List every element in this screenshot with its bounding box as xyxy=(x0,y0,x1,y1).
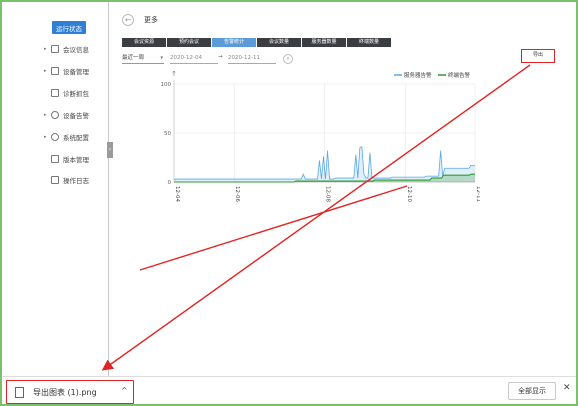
legend-label: 服务器告警 xyxy=(404,71,432,79)
capture-icon xyxy=(51,88,59,97)
back-arrow-icon: ← xyxy=(125,16,131,24)
sidebar-item-label: 设备管理 xyxy=(63,67,89,76)
version-icon xyxy=(51,154,59,163)
sidebar-item-packet-capture[interactable]: 诊断抓包 xyxy=(46,86,89,99)
sidebar-item-operation-log[interactable]: 操作日志 xyxy=(46,173,89,186)
export-button[interactable]: 导出 xyxy=(521,49,555,63)
download-item[interactable]: 导出图表 (1).png ^ xyxy=(6,380,134,404)
sidebar-item-label: 设备告警 xyxy=(63,111,89,120)
gear-icon xyxy=(51,132,59,141)
sidebar-item-meeting-info[interactable]: ▸ 会议信息 xyxy=(44,42,89,55)
y-tick-label: 0 xyxy=(168,180,172,186)
show-all-downloads-button[interactable]: 全部显示 xyxy=(508,382,556,400)
stats-tabs: 会议资源 预约会议 告警统计 会议数量 服务器数量 终端数量 xyxy=(122,38,391,47)
sidebar-item-label: 运行状态 xyxy=(56,24,82,33)
y-tick-label: 100 xyxy=(161,82,172,88)
sidebar-item-label: 系统配置 xyxy=(63,133,89,142)
download-file-name: 导出图表 (1).png xyxy=(33,388,97,397)
sidebar-item-version-management[interactable]: 版本管理 xyxy=(46,152,89,165)
alert-icon xyxy=(51,110,59,119)
sidebar-collapse-handle[interactable]: ‹ xyxy=(107,142,113,158)
legend-label: 终端告警 xyxy=(448,71,471,79)
x-tick-label: 12-06 xyxy=(234,186,240,202)
device-icon xyxy=(51,66,59,75)
expand-caret-icon: ▸ xyxy=(44,133,47,140)
sidebar-item-label: 会议信息 xyxy=(63,45,89,54)
sidebar-item-system-config[interactable]: ▸ 系统配置 xyxy=(44,130,89,143)
download-options-caret-icon[interactable]: ^ xyxy=(121,386,128,395)
start-date-input[interactable]: 2020-12-04 xyxy=(170,54,218,64)
tab-meeting-resources[interactable]: 会议资源 xyxy=(122,38,166,47)
image-file-icon xyxy=(15,387,24,398)
expand-caret-icon: ▸ xyxy=(44,67,47,74)
sidebar-item-label: 诊断抓包 xyxy=(63,89,89,98)
download-bar: 导出图表 (1).png ^ 全部显示 ✕ xyxy=(2,376,576,404)
sidebar xyxy=(2,2,109,376)
x-tick-label: 12-10 xyxy=(406,186,412,202)
end-date-input[interactable]: 2020-12-11 xyxy=(228,54,276,64)
y-axis-arrow: ↑ xyxy=(171,70,177,78)
sidebar-item-run-status[interactable]: 运行状态 xyxy=(52,21,86,34)
x-tick-label: 12-08 xyxy=(325,186,331,202)
tab-scheduled-meetings[interactable]: 预约会议 xyxy=(167,38,211,47)
alarm-chart: ↑ 0 50 100 12-04 12-06 12-08 12-10 12-11 服务器告警 终端告… xyxy=(161,70,481,202)
sidebar-item-device-management[interactable]: ▸ 设备管理 xyxy=(44,64,89,77)
x-tick-label: 12-04 xyxy=(174,186,180,202)
tab-terminal-count[interactable]: 终端数量 xyxy=(347,38,391,47)
tab-meeting-count[interactable]: 会议数量 xyxy=(257,38,301,47)
sidebar-item-label: 版本管理 xyxy=(63,155,89,164)
time-range-value: 最近一周 xyxy=(122,55,145,61)
log-icon xyxy=(51,175,59,184)
tab-server-count[interactable]: 服务器数量 xyxy=(302,38,346,47)
tab-alarm-statistics[interactable]: 告警统计 xyxy=(212,38,256,47)
time-range-select[interactable]: 最近一周 ▾ xyxy=(122,54,164,64)
y-tick-label: 50 xyxy=(164,131,171,137)
x-tick-label: 12-11 xyxy=(475,186,480,202)
page-title: 更多 xyxy=(144,16,158,24)
chevron-down-icon: ▾ xyxy=(160,55,163,61)
search-button[interactable]: ⌕ xyxy=(283,54,293,64)
search-icon: ⌕ xyxy=(286,55,290,62)
sidebar-item-label: 操作日志 xyxy=(63,176,89,185)
sidebar-item-device-alarm[interactable]: ▸ 设备告警 xyxy=(44,108,89,121)
meeting-icon xyxy=(51,44,59,53)
date-range-arrow: → xyxy=(218,54,223,60)
expand-caret-icon: ▸ xyxy=(44,111,47,118)
back-button[interactable]: ← xyxy=(122,14,134,26)
close-download-bar-icon[interactable]: ✕ xyxy=(563,383,571,393)
expand-caret-icon: ▸ xyxy=(44,45,47,52)
